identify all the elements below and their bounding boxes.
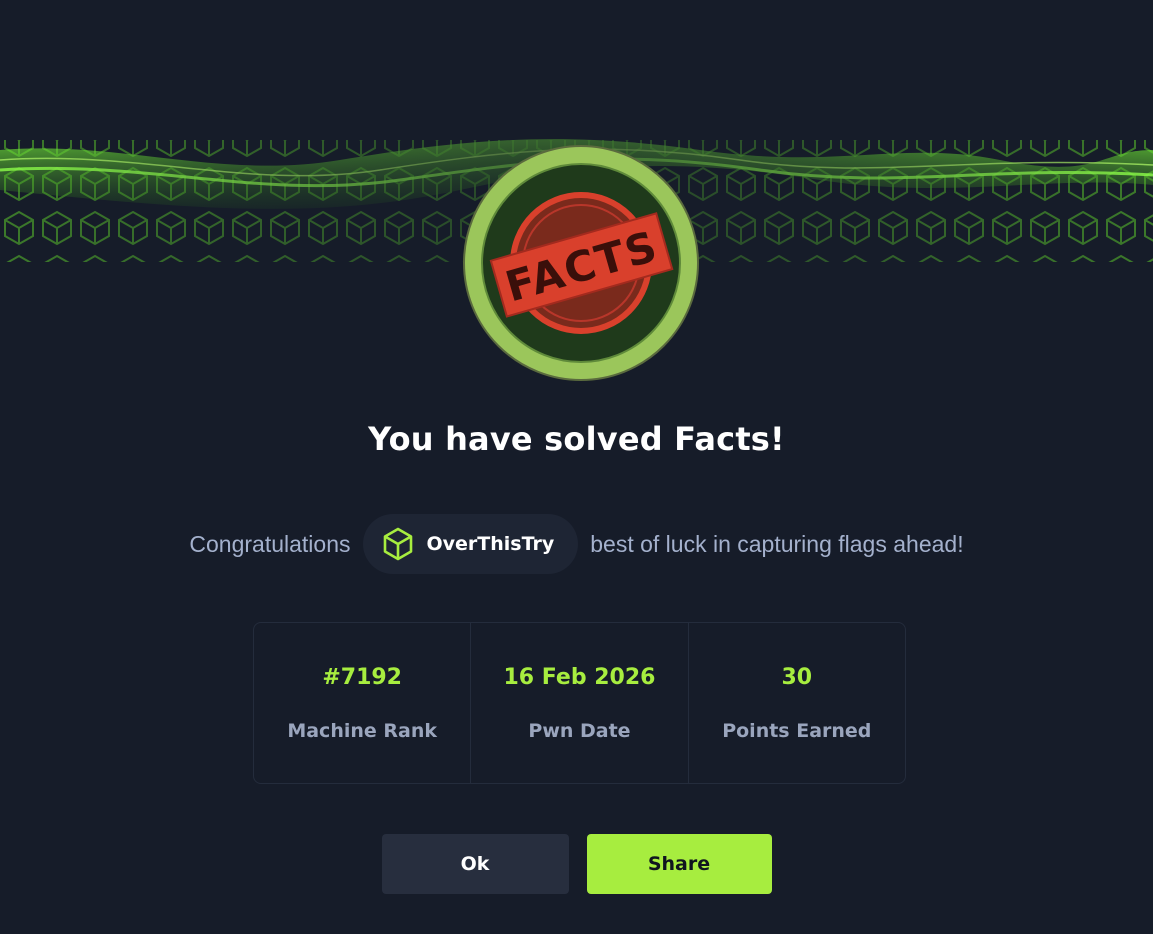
- username: OverThisTry: [426, 533, 555, 555]
- cube-icon: [383, 527, 412, 561]
- page-title: You have solved Facts!: [368, 420, 785, 458]
- congratulations-row: Congratulations OverThisTry best of luck…: [0, 514, 1153, 574]
- machine-badge: FACTS: [462, 144, 700, 382]
- stat-label: Points Earned: [722, 719, 872, 742]
- congrats-prefix: Congratulations: [189, 530, 351, 557]
- action-buttons: Ok Share: [0, 834, 1153, 894]
- stat-points-earned: 30 Points Earned: [689, 623, 905, 783]
- congrats-suffix: best of luck in capturing flags ahead!: [590, 530, 964, 557]
- stat-label: Machine Rank: [287, 719, 437, 742]
- solved-dialog: FACTS You have solved Facts! Congratulat…: [0, 0, 1153, 934]
- ok-button[interactable]: Ok: [381, 834, 569, 894]
- stat-value: #7192: [322, 664, 402, 690]
- stat-value: 30: [781, 664, 813, 690]
- user-chip[interactable]: OverThisTry: [362, 514, 579, 574]
- stat-pwn-date: 16 Feb 2026 Pwn Date: [471, 623, 689, 783]
- share-button[interactable]: Share: [586, 834, 772, 894]
- stats-panel: #7192 Machine Rank 16 Feb 2026 Pwn Date …: [253, 622, 906, 784]
- stat-label: Pwn Date: [528, 719, 631, 742]
- stat-machine-rank: #7192 Machine Rank: [254, 623, 472, 783]
- stat-value: 16 Feb 2026: [503, 664, 656, 690]
